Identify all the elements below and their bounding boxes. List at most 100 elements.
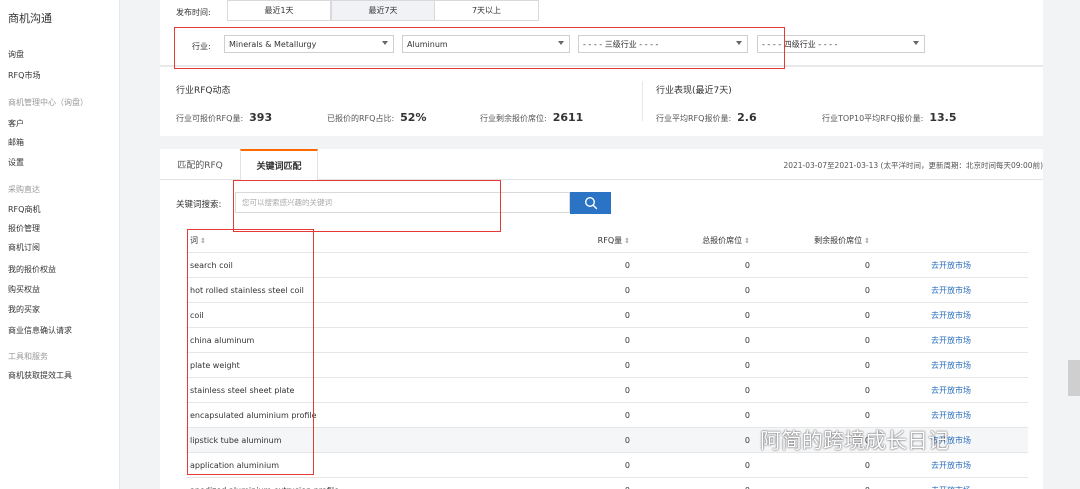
keyword-cell: lipstick tube aluminum bbox=[190, 435, 282, 445]
tab-matched-rfq[interactable]: 匹配的RFQ bbox=[160, 149, 240, 180]
stat-value: 2.6 bbox=[737, 111, 757, 124]
sidebar-item[interactable]: RFQ市场 bbox=[8, 70, 40, 81]
sidebar-item[interactable]: 询盘 bbox=[8, 49, 24, 60]
total-seats-cell: 0 bbox=[744, 360, 750, 370]
watermark: 阿简的跨境成长日记 bbox=[760, 429, 949, 453]
industry-level1-value: Minerals & Metallurgy bbox=[229, 39, 317, 49]
go-open-market-link[interactable]: 去开放市场 bbox=[931, 403, 971, 427]
stat-value: 393 bbox=[249, 111, 273, 124]
remaining-seats-cell: 0 bbox=[864, 360, 870, 370]
rfq-count-cell: 0 bbox=[624, 260, 630, 270]
rfq-count-cell: 0 bbox=[624, 410, 630, 420]
keyword-cell: hot rolled stainless steel coil bbox=[190, 285, 304, 295]
sidebar-item[interactable]: 商机获取提效工具 bbox=[8, 370, 72, 381]
search-button[interactable] bbox=[570, 192, 611, 214]
column-header[interactable]: RFQ量 ⇕ bbox=[566, 229, 630, 252]
rfq-dynamics-heading: 行业RFQ动态 bbox=[176, 86, 231, 96]
period-option-7days[interactable]: 最近7天 bbox=[331, 0, 435, 21]
rfq-count-cell: 0 bbox=[624, 385, 630, 395]
stat-label: 行业可报价RFQ量: bbox=[176, 114, 244, 123]
go-open-market-link[interactable]: 去开放市场 bbox=[931, 278, 971, 302]
total-seats-cell: 0 bbox=[744, 335, 750, 345]
go-open-market-link[interactable]: 去开放市场 bbox=[931, 353, 971, 377]
industry-stats-panel: 行业RFQ动态 行业表现(最近7天) 行业可报价RFQ量: 393 已报价的RF… bbox=[160, 66, 1043, 136]
sort-icon[interactable]: ⇕ bbox=[200, 237, 206, 245]
rfq-count-cell: 0 bbox=[624, 310, 630, 320]
rfq-count-cell: 0 bbox=[566, 478, 630, 489]
stat-label: 行业平均RFQ报价量: bbox=[656, 114, 732, 123]
sidebar-item[interactable]: 我的报价权益 bbox=[8, 264, 56, 275]
remaining-seats-cell: 0 bbox=[864, 385, 870, 395]
table-row: china aluminum 0 0 0 去开放市场 bbox=[186, 328, 1028, 353]
period-option-7days-plus[interactable]: 7天以上 bbox=[434, 0, 539, 21]
industry-performance-heading: 行业表现(最近7天) bbox=[656, 86, 732, 96]
go-open-market-link[interactable]: 去开放市场 bbox=[931, 378, 971, 402]
industry-label: 行业: bbox=[192, 42, 211, 51]
corner-scroll-widget[interactable] bbox=[1068, 360, 1080, 396]
industry-level4-select[interactable]: - - - - 四级行业 - - - - bbox=[757, 35, 925, 53]
stat-remaining-seats: 行业剩余报价席位: 2611 bbox=[480, 111, 583, 124]
chevron-down-icon bbox=[382, 41, 388, 45]
sidebar-item[interactable]: 客户 bbox=[8, 118, 24, 129]
stat-avg-quote: 行业平均RFQ报价量: 2.6 bbox=[656, 111, 757, 124]
go-open-market-link[interactable]: 去开放市场 bbox=[931, 303, 971, 327]
sidebar: 商机沟通 询盘 RFQ市场 商机管理中心（询盘） 客户 邮箱 设置 采购直达 RFQ商机 报价管… bbox=[0, 0, 120, 489]
period-option-1day[interactable]: 最近1天 bbox=[227, 0, 331, 21]
rfq-count-cell: 0 bbox=[624, 360, 630, 370]
industry-level2-select[interactable]: Aluminum bbox=[402, 35, 570, 53]
keyword-search-label: 关键词搜索: bbox=[176, 200, 222, 210]
chevron-down-icon bbox=[736, 41, 742, 45]
chevron-down-icon bbox=[913, 41, 919, 45]
tab-keyword-match[interactable]: 关键词匹配 bbox=[240, 149, 318, 181]
column-header[interactable]: 剩余报价席位 ⇕ bbox=[786, 229, 870, 252]
keyword-cell: encapsulated aluminium profile bbox=[190, 410, 317, 420]
go-open-market-link[interactable]: 去开放市场 bbox=[931, 328, 971, 352]
column-header-label: 剩余报价席位 bbox=[814, 236, 863, 245]
sort-icon[interactable]: ⇕ bbox=[624, 237, 630, 245]
keyword-cell: stainless steel sheet plate bbox=[190, 385, 295, 395]
go-open-market-link[interactable]: 去开放市场 bbox=[931, 253, 971, 277]
keyword-search-input[interactable]: 您可以搜索感兴趣的关键词 bbox=[235, 192, 570, 213]
sidebar-item[interactable]: 邮箱 bbox=[8, 137, 24, 148]
rfq-count-cell: 0 bbox=[624, 285, 630, 295]
sidebar-item[interactable]: 设置 bbox=[8, 157, 24, 168]
sidebar-item[interactable]: 商业信息确认请求 bbox=[8, 325, 72, 336]
keyword-cell: plate weight bbox=[190, 360, 240, 370]
column-header[interactable]: 词 ⇕ bbox=[190, 229, 206, 252]
keyword-cell: coil bbox=[190, 310, 204, 320]
sidebar-item[interactable]: 报价管理 bbox=[8, 223, 40, 234]
search-icon bbox=[584, 196, 597, 210]
remaining-seats-cell: 0 bbox=[864, 310, 870, 320]
sort-icon[interactable]: ⇕ bbox=[744, 237, 750, 245]
remaining-seats-cell: 0 bbox=[864, 335, 870, 345]
rfq-count-cell: 0 bbox=[624, 435, 630, 445]
stat-label: 行业剩余报价席位: bbox=[480, 114, 547, 123]
industry-level2-value: Aluminum bbox=[407, 39, 448, 49]
column-header-label: 词 bbox=[190, 236, 198, 245]
keyword-cell: anodized aluminium extrusion profile bbox=[190, 478, 339, 489]
industry-level3-select[interactable]: - - - - 三级行业 - - - - bbox=[578, 35, 748, 53]
rfq-count-cell: 0 bbox=[624, 335, 630, 345]
table-header: 词 ⇕ RFQ量 ⇕ 总报价席位 ⇕ 剩余报价席位 ⇕ bbox=[186, 229, 1028, 253]
sidebar-title: 商机沟通 bbox=[8, 12, 52, 25]
keyword-cell: application aluminium bbox=[190, 460, 280, 470]
sort-icon[interactable]: ⇕ bbox=[864, 237, 870, 245]
go-open-market-link[interactable]: 去开放市场 bbox=[931, 478, 971, 489]
table-row: coil 0 0 0 去开放市场 bbox=[186, 303, 1028, 328]
total-seats-cell: 0 bbox=[744, 285, 750, 295]
remaining-seats-cell: 0 bbox=[864, 410, 870, 420]
total-seats-cell: 0 bbox=[744, 310, 750, 320]
sidebar-item[interactable]: 购买权益 bbox=[8, 284, 40, 295]
go-open-market-link[interactable]: 去开放市场 bbox=[931, 453, 971, 477]
keyword-search-placeholder: 您可以搜索感兴趣的关键词 bbox=[242, 198, 332, 207]
table-row: search coil 0 0 0 去开放市场 bbox=[186, 253, 1028, 278]
sidebar-item[interactable]: RFQ商机 bbox=[8, 204, 40, 215]
sidebar-item[interactable]: 我的买家 bbox=[8, 304, 40, 315]
table-row: application aluminium 0 0 0 去开放市场 bbox=[186, 453, 1028, 478]
stat-quotable-rfq: 行业可报价RFQ量: 393 bbox=[176, 111, 272, 124]
column-header[interactable]: 总报价席位 ⇕ bbox=[666, 229, 750, 252]
sidebar-item[interactable]: 商机订阅 bbox=[8, 242, 40, 253]
industry-level3-value: - - - - 三级行业 - - - - bbox=[583, 39, 659, 49]
industry-level1-select[interactable]: Minerals & Metallurgy bbox=[224, 35, 394, 53]
stat-top10-avg-quote: 行业TOP10平均RFQ报价量: 13.5 bbox=[822, 111, 956, 124]
